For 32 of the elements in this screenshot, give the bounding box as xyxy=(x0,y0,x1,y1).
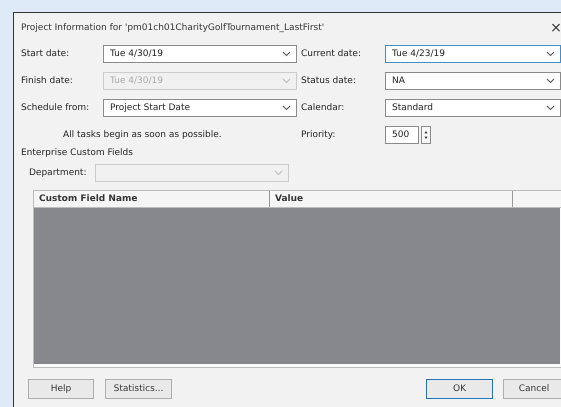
dropdown[interactable]: NA xyxy=(385,72,561,90)
column-header[interactable]: Value xyxy=(270,191,513,207)
dropdown[interactable]: Tue 4/30/19 xyxy=(103,45,297,63)
chevron-down-icon xyxy=(282,51,291,57)
window-title: Project Information for 'pm01ch01CharityGolfTournament_LastFirst' xyxy=(21,23,324,33)
chevron-down-icon xyxy=(546,78,555,84)
chevron-down-icon xyxy=(546,51,555,57)
chevron-down-icon xyxy=(282,78,291,84)
dialog-button[interactable]: Help xyxy=(28,379,94,399)
spinner-icon[interactable] xyxy=(421,126,431,144)
chevron-down-icon xyxy=(546,105,555,111)
dropdown[interactable]: Project Start Date xyxy=(103,99,297,117)
dropdown[interactable]: Standard xyxy=(385,99,561,117)
dialog-button[interactable]: Cancel xyxy=(503,379,561,399)
dialog-button[interactable]: Statistics... xyxy=(105,379,172,399)
field-label: Finish date: xyxy=(21,76,74,86)
field-label: Schedule from: xyxy=(21,103,90,113)
dropdown[interactable]: Tue 4/23/19 xyxy=(385,45,561,63)
field-label: Status date: xyxy=(301,76,357,86)
close-button[interactable]: × xyxy=(548,20,561,36)
field-label: Department: xyxy=(29,168,86,178)
column-header[interactable]: Custom Field Name xyxy=(34,191,270,207)
field-label: Priority: xyxy=(301,130,336,140)
field-label: Start date: xyxy=(21,49,70,59)
field-label: Calendar: xyxy=(301,103,346,113)
chevron-down-icon xyxy=(282,105,291,111)
section-title: Enterprise Custom Fields xyxy=(21,148,134,158)
priority-field[interactable]: 500 xyxy=(385,126,419,144)
schedule-note: All tasks begin as soon as possible. xyxy=(62,130,223,140)
chevron-down-icon xyxy=(274,170,282,176)
dialog-button[interactable]: OK xyxy=(426,379,493,399)
field-label: Current date: xyxy=(301,49,362,59)
